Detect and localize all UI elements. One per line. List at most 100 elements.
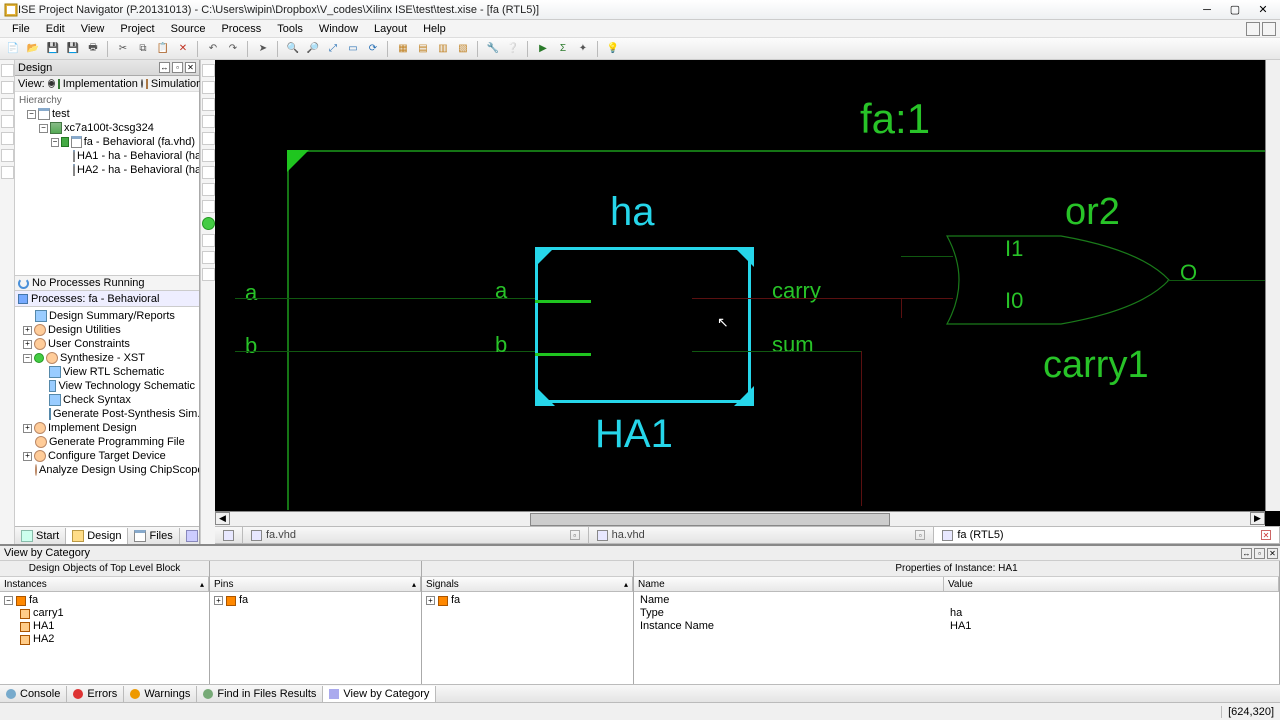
delete-icon[interactable]: ✕ bbox=[174, 40, 192, 58]
menu-edit[interactable]: Edit bbox=[38, 22, 73, 36]
panel-close-icon[interactable]: ✕ bbox=[1267, 548, 1278, 559]
side-icon[interactable] bbox=[1, 149, 14, 162]
expander-icon[interactable]: + bbox=[23, 452, 32, 461]
sch-tool-icon[interactable] bbox=[202, 268, 215, 281]
stop-icon[interactable]: ✦ bbox=[574, 40, 592, 58]
menu-help[interactable]: Help bbox=[415, 22, 454, 36]
close-tab-icon[interactable]: ▫ bbox=[915, 530, 925, 540]
hscroll-thumb[interactable] bbox=[530, 513, 890, 526]
expander-icon[interactable]: + bbox=[23, 424, 32, 433]
refresh-icon[interactable]: ⟳ bbox=[364, 40, 382, 58]
menu-view[interactable]: View bbox=[73, 22, 113, 36]
col-pins[interactable]: Pins bbox=[210, 577, 421, 591]
col-instances[interactable]: Instances bbox=[0, 577, 209, 591]
open-icon[interactable]: 📂 bbox=[24, 40, 42, 58]
zoom-in-icon[interactable]: 🔍 bbox=[284, 40, 302, 58]
doc-tab-icon[interactable] bbox=[215, 527, 243, 543]
tab-find[interactable]: Find in Files Results bbox=[197, 686, 323, 702]
copy-icon[interactable]: ⧉ bbox=[134, 40, 152, 58]
undo-icon[interactable]: ↶ bbox=[204, 40, 222, 58]
redo-icon[interactable]: ↷ bbox=[224, 40, 242, 58]
panel-opts-icon[interactable]: ▫ bbox=[1254, 548, 1265, 559]
close-tab-icon[interactable]: ✕ bbox=[1261, 530, 1271, 540]
schematic-vscroll[interactable] bbox=[1265, 60, 1280, 511]
col-name[interactable]: Name bbox=[634, 577, 944, 591]
expander-icon[interactable]: + bbox=[426, 596, 435, 605]
menu-tools[interactable]: Tools bbox=[269, 22, 311, 36]
menu-source[interactable]: Source bbox=[163, 22, 214, 36]
panel-float-icon[interactable]: ↔ bbox=[159, 62, 170, 73]
sch-tool-icon[interactable] bbox=[202, 149, 215, 162]
menu-process[interactable]: Process bbox=[213, 22, 269, 36]
scroll-left-icon[interactable]: ◀ bbox=[215, 512, 230, 525]
sch-tool-icon[interactable] bbox=[202, 234, 215, 247]
sch-tool-icon[interactable] bbox=[202, 115, 215, 128]
menu-project[interactable]: Project bbox=[112, 22, 162, 36]
doc-tab-havhd[interactable]: ha.vhd▫ bbox=[589, 527, 935, 543]
layout2-icon[interactable]: ▤ bbox=[414, 40, 432, 58]
zoom-fit-icon[interactable]: ⤢ bbox=[324, 40, 342, 58]
close-doc-button[interactable] bbox=[1262, 22, 1276, 36]
expander-icon[interactable]: − bbox=[51, 138, 59, 147]
paste-icon[interactable]: 📋 bbox=[154, 40, 172, 58]
tab-files[interactable]: Files bbox=[128, 528, 179, 544]
side-icon[interactable] bbox=[1, 166, 14, 179]
sch-tool-icon[interactable] bbox=[202, 251, 215, 264]
run-icon[interactable]: ▶ bbox=[534, 40, 552, 58]
expander-icon[interactable]: − bbox=[23, 354, 32, 363]
expander-icon[interactable]: − bbox=[4, 596, 13, 605]
col-signals[interactable]: Signals bbox=[422, 577, 633, 591]
panel-close-icon[interactable]: ✕ bbox=[185, 62, 196, 73]
sch-tool-icon[interactable] bbox=[202, 217, 215, 230]
tab-console[interactable]: Console bbox=[0, 686, 67, 702]
col-value[interactable]: Value bbox=[944, 577, 1279, 591]
tab-viewcat[interactable]: View by Category bbox=[323, 686, 436, 702]
side-icon[interactable] bbox=[1, 132, 14, 145]
expander-icon[interactable]: − bbox=[27, 110, 36, 119]
layout4-icon[interactable]: ▧ bbox=[454, 40, 472, 58]
hierarchy-tree[interactable]: Hierarchy −test −xc7a100t-3csg324 −fa - … bbox=[15, 92, 199, 275]
bulb-icon[interactable]: 💡 bbox=[604, 40, 622, 58]
sch-tool-icon[interactable] bbox=[202, 183, 215, 196]
side-icon[interactable] bbox=[1, 98, 14, 111]
maximize-button[interactable]: ▢ bbox=[1222, 2, 1248, 18]
doc-tab-rtl5[interactable]: fa (RTL5)✕ bbox=[934, 527, 1280, 543]
wrench-icon[interactable]: 🔧 bbox=[484, 40, 502, 58]
sch-tool-icon[interactable] bbox=[202, 200, 215, 213]
minimize-button[interactable]: ─ bbox=[1194, 2, 1220, 18]
side-icon[interactable] bbox=[1, 81, 14, 94]
schematic-hscroll[interactable]: ◀ ▶ bbox=[215, 511, 1265, 526]
sch-tool-icon[interactable] bbox=[202, 64, 215, 77]
tab-errors[interactable]: Errors bbox=[67, 686, 124, 702]
radio-implementation[interactable] bbox=[48, 79, 55, 88]
layout3-icon[interactable]: ▥ bbox=[434, 40, 452, 58]
radio-simulation[interactable] bbox=[141, 79, 143, 88]
side-icon[interactable] bbox=[1, 115, 14, 128]
close-tab-icon[interactable]: ▫ bbox=[570, 530, 580, 540]
layout1-icon[interactable]: ▦ bbox=[394, 40, 412, 58]
help-icon[interactable]: ❔ bbox=[504, 40, 522, 58]
print-icon[interactable]: 🖶 bbox=[84, 40, 102, 58]
scroll-right-icon[interactable]: ▶ bbox=[1250, 512, 1265, 525]
sigma-icon[interactable]: Σ bbox=[554, 40, 572, 58]
panel-float-icon[interactable]: ↔ bbox=[1241, 548, 1252, 559]
rtl-schematic-view[interactable]: fa:1 a b ha a b carr bbox=[215, 60, 1280, 526]
doc-tab-favhd[interactable]: fa.vhd▫ bbox=[243, 527, 589, 543]
tab-warnings[interactable]: Warnings bbox=[124, 686, 197, 702]
close-button[interactable]: ✕ bbox=[1250, 2, 1276, 18]
expander-icon[interactable]: + bbox=[214, 596, 223, 605]
sch-tool-icon[interactable] bbox=[202, 132, 215, 145]
zoom-out-icon[interactable]: 🔎 bbox=[304, 40, 322, 58]
tab-start[interactable]: Start bbox=[15, 528, 66, 544]
menu-layout[interactable]: Layout bbox=[366, 22, 415, 36]
forward-icon[interactable]: ➤ bbox=[254, 40, 272, 58]
saveall-icon[interactable]: 💾 bbox=[64, 40, 82, 58]
tab-design[interactable]: Design bbox=[66, 528, 128, 544]
expander-icon[interactable]: − bbox=[39, 124, 48, 133]
expander-icon[interactable]: + bbox=[23, 326, 32, 335]
sch-tool-icon[interactable] bbox=[202, 166, 215, 179]
sch-tool-icon[interactable] bbox=[202, 81, 215, 94]
expander-icon[interactable]: + bbox=[23, 340, 32, 349]
restore-doc-button[interactable] bbox=[1246, 22, 1260, 36]
menu-file[interactable]: File bbox=[4, 22, 38, 36]
